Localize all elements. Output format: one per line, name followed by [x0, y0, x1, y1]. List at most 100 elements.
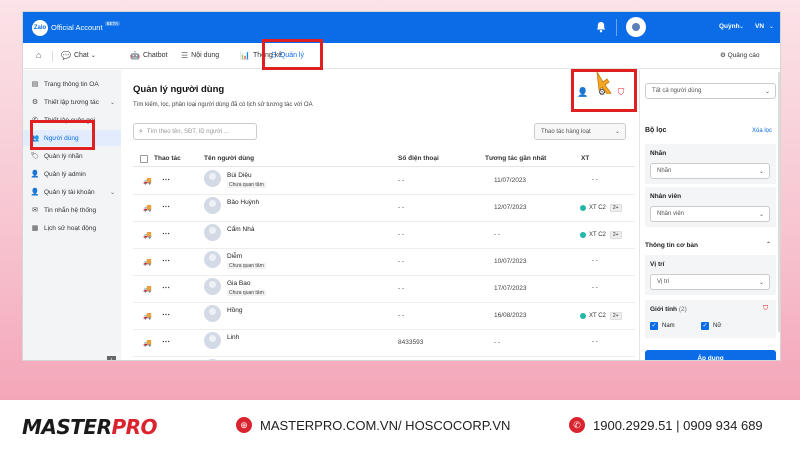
gender-female-label: Nữ: [713, 323, 722, 329]
table-row[interactable]: 🚚 ⋯ Linh 8433593 - - - -: [133, 330, 635, 357]
status-badge: Chưa quan tâm: [227, 290, 266, 296]
more-icon[interactable]: ⋯: [162, 256, 170, 265]
page-description: Tìm kiếm, lọc, phân loại người dùng đã c…: [133, 102, 313, 108]
table-row[interactable]: 🚚 ⋯ Bùi Diệu Chưa quan tâm - - 11/07/2023 - -: [133, 168, 635, 195]
sidebar: ▤ Trang thông tin OA ⚙ Thiết lập tương tác…: [23, 70, 121, 360]
nav-chatbot[interactable]: 🤖 Chatbot: [130, 51, 168, 60]
sidebar-item-label: Quản lý nhãn: [44, 152, 83, 160]
truck-icon[interactable]: 🚚: [143, 285, 152, 293]
collapse-sidebar-button[interactable]: ‹: [107, 356, 116, 360]
user-name-cell[interactable]: Linh: [227, 334, 239, 341]
xt-cell: - -: [592, 177, 598, 183]
user-name-cell[interactable]: Gia Bao: [227, 280, 251, 287]
more-icon[interactable]: ⋯: [162, 229, 170, 238]
chevron-down-icon: ⌄: [109, 189, 115, 196]
clear-filter-link[interactable]: Xóa lọc: [752, 128, 772, 134]
select-all-checkbox[interactable]: [140, 155, 148, 163]
column-header[interactable]: Tên người dùng: [204, 155, 254, 162]
sidebar-item-admin[interactable]: 👤 Quản lý admin: [23, 166, 121, 182]
chart-icon: 📊: [240, 51, 250, 60]
last-interaction-cell: 12/07/2023: [494, 204, 527, 211]
avatar: [204, 305, 221, 322]
more-icon[interactable]: ⋯: [162, 175, 170, 184]
staff-filter-section: Nhân viên Nhân viên ⌄: [645, 187, 776, 227]
apply-button[interactable]: Áp dụng: [645, 350, 776, 360]
truck-icon[interactable]: 🚚: [143, 258, 152, 266]
beta-badge: BETA: [104, 21, 120, 26]
more-icon[interactable]: ⋯: [162, 202, 170, 211]
nav-content[interactable]: ☰ Nội dung: [181, 51, 219, 60]
chevron-down-icon[interactable]: ⌄: [769, 23, 774, 30]
chevron-down-icon: ⌄: [758, 168, 764, 175]
table-row[interactable]: 🚚 ⋯ Hồng - - 16/08/2023 XT C2 2+: [133, 303, 635, 330]
user-name-cell[interactable]: Cẩm Nhà: [227, 226, 254, 233]
xt-more-badge[interactable]: 2+: [609, 204, 622, 212]
location-label: Vị trí: [650, 261, 665, 268]
bulk-action-label: Thao tác hàng loạt: [541, 128, 591, 135]
more-icon[interactable]: ⋯: [162, 310, 170, 319]
chevron-down-icon[interactable]: ⌄: [739, 23, 744, 30]
globe-icon: ⊕: [236, 417, 252, 433]
search-input[interactable]: ⌕ Tìm theo tên, SĐT, ID người ...: [133, 123, 257, 140]
nav-chat[interactable]: 💬 Chat ⌄: [61, 51, 96, 60]
xt-more-badge[interactable]: 2+: [609, 231, 622, 239]
sidebar-item-system-messages[interactable]: ✉ Tin nhắn hệ thống: [23, 202, 121, 218]
location-select[interactable]: Vị trí ⌄: [650, 274, 770, 290]
table-row[interactable]: 🚚⋯Lê: [133, 357, 635, 360]
xt-cell: XT C2 2+: [580, 312, 622, 320]
user-name-cell[interactable]: Diễm: [227, 253, 242, 260]
filter-scrollbar[interactable]: [778, 72, 780, 332]
phone-cell: - -: [398, 231, 405, 238]
user-name-cell[interactable]: Hồng: [227, 307, 243, 314]
language-selector[interactable]: VN: [755, 23, 764, 30]
gender-male-checkbox[interactable]: ✓: [650, 322, 658, 330]
more-icon[interactable]: ⋯: [162, 283, 170, 292]
user-name-cell[interactable]: Bùi Diệu: [227, 172, 252, 179]
ads-link[interactable]: ⚙ Quảng cáo: [720, 51, 759, 59]
table-row[interactable]: 🚚 ⋯ Bảo Huỳnh - - 12/07/2023 XT C2 2+: [133, 195, 635, 222]
table-row[interactable]: 🚚 ⋯ Diễm Chưa quan tâm - - 10/07/2023 - -: [133, 249, 635, 276]
audience-select-value: Tất cả người dùng: [652, 88, 702, 94]
phone-cell: - -: [398, 258, 405, 265]
sidebar-item-accounts[interactable]: 👤 Quản lý tài khoản ⌄: [23, 184, 121, 200]
more-icon[interactable]: ⋯: [162, 337, 170, 346]
bulk-action-select[interactable]: Thao tác hàng loạt ⌄: [534, 123, 626, 140]
table-row[interactable]: 🚚 ⋯ Gia Bao Chưa quan tâm - - 17/07/2023 - -: [133, 276, 635, 303]
oa-avatar[interactable]: [626, 17, 646, 37]
highlight-box-users: [30, 120, 95, 150]
sidebar-item-activity-history[interactable]: ▦ Lịch sử hoạt động: [23, 220, 121, 236]
website-text: MASTERPRO.COM.VN/ HOSCOCORP.VN: [260, 417, 511, 433]
phone-info: ✆ 1900.2929.51 | 0909 934 689: [569, 417, 763, 433]
location-select-value: Vị trí: [657, 279, 670, 285]
sidebar-item-oa-info[interactable]: ▤ Trang thông tin OA: [23, 76, 121, 92]
label-select[interactable]: Nhãn ⌄: [650, 163, 770, 179]
xt-more-badge[interactable]: 2+: [609, 312, 622, 320]
user-name[interactable]: Quỳnh: [719, 23, 740, 30]
chevron-down-icon: ⌄: [758, 211, 764, 218]
avatar: [204, 332, 221, 349]
filter-icon[interactable]: ⛉: [763, 305, 768, 313]
truck-icon[interactable]: 🚚: [143, 339, 152, 347]
xt-value: XT C2: [589, 205, 606, 211]
chevron-up-icon[interactable]: ⌃: [766, 241, 771, 248]
truck-icon[interactable]: 🚚: [143, 231, 152, 239]
bell-icon[interactable]: [595, 21, 607, 33]
truck-icon[interactable]: 🚚: [143, 312, 152, 320]
audience-select[interactable]: Tất cả người dùng ⌄: [645, 83, 776, 99]
account-icon: 👤: [30, 189, 40, 196]
table-row[interactable]: 🚚 ⋯ Cẩm Nhà - - - - XT C2 2+: [133, 222, 635, 249]
highlight-box-manage: [262, 39, 323, 70]
sidebar-item-label: Thiết lập tương tác: [44, 98, 99, 106]
zalo-oa-logo[interactable]: Zalo Official Account BETA: [32, 19, 120, 36]
masterpro-logo: MASTERPRO: [22, 415, 158, 439]
home-icon[interactable]: ⌂: [36, 50, 41, 60]
sidebar-item-label: Quản lý tài khoản: [44, 188, 95, 196]
user-name-cell[interactable]: Bảo Huỳnh: [227, 199, 259, 206]
staff-select[interactable]: Nhân viên ⌄: [650, 206, 770, 222]
phone-cell: - -: [398, 312, 405, 319]
gender-female-checkbox[interactable]: ✓: [701, 322, 709, 330]
sidebar-item-interaction-settings[interactable]: ⚙ Thiết lập tương tác ⌄: [23, 94, 121, 110]
truck-icon[interactable]: 🚚: [143, 177, 152, 185]
sidebar-item-labels[interactable]: 🏷 Quản lý nhãn: [23, 148, 121, 164]
truck-icon[interactable]: 🚚: [143, 204, 152, 212]
